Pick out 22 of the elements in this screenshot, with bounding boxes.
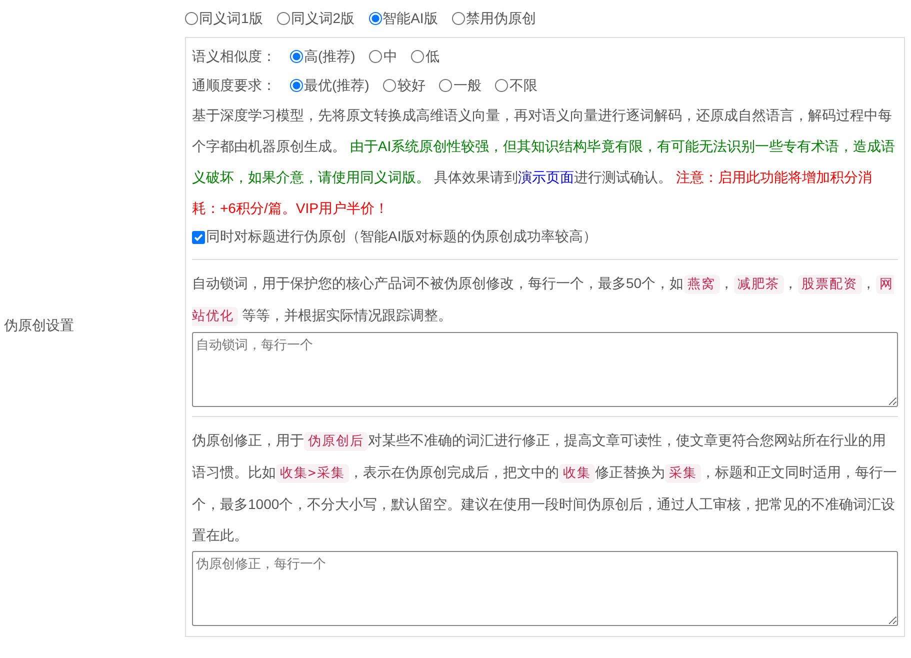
fluency-label: 通顺度要求：	[192, 76, 276, 94]
section-label: 伪原创设置	[4, 317, 74, 335]
lock-words-description: 自动锁词，用于保护您的核心产品词不被伪原创修改，每行一个，最多50个，如 燕窝 ， 减肥茶 ， 股票配资 ， 网站优化 等等，并根据实际情况跟踪调整。	[192, 274, 895, 328]
radio-option[interactable]: 高(推荐)	[290, 48, 356, 66]
radio-option[interactable]: 智能AI版	[368, 10, 438, 28]
checkmark-icon	[194, 232, 203, 242]
corrections-description: 伪原创修正，用于 伪原创后 对某些不准确的词汇进行修正，提高文章可读性，使文章更符合您网站所在行业的用语习惯。比如 收集>采集 ，表示在伪原创完成后，把文中的 收集 修正替换为 采集 ，标题和正文同时适用，每行一个，最多1000个，不分大小写，默认留空。建议在使用一段时间伪原创后，通过人工审核，把常见的不准确词汇设置在此。	[192, 431, 898, 545]
radio-option[interactable]: 一般	[439, 76, 482, 94]
radio-option[interactable]: 同义词2版	[276, 10, 355, 28]
title-checkbox[interactable]: 同时对标题进行伪原创（智能AI版对标题的伪原创成功率较高）	[192, 224, 598, 250]
radio-option[interactable]: 不限	[495, 76, 538, 94]
demo-page-link[interactable]: 演示页面	[518, 169, 574, 185]
radio-option[interactable]: 中	[369, 48, 398, 66]
corrections-field[interactable]: 伪原创修正，每行一个	[192, 551, 898, 626]
radio-option[interactable]: 最优(推荐)	[290, 76, 370, 94]
radio-option[interactable]: 同义词1版	[185, 10, 263, 28]
radio-option[interactable]: 禁用伪原创	[452, 10, 536, 28]
ai-description: 基于深度学习模型，先将原文转换成高维语义向量，再对语义向量进行逐词解码，还原成自然语言，解码过程中每个字都由机器原创生成。 由于AI系统原创性较强，但其知识结构毕竟有限，有可能无法识别一些专有术语，造成语义破坏，如果介意，请使用同义词版。 具体效果请到演示页面进行测试确认。 注意：启用此功能将增加积分消耗：+6积分/篇。VIP用户半价！	[192, 106, 896, 218]
radio-option[interactable]: 较好	[383, 76, 426, 94]
lock-words-field[interactable]: 自动锁词，每行一个	[192, 332, 898, 407]
similarity-label: 语义相似度：	[192, 48, 276, 66]
radio-option[interactable]: 低	[411, 48, 440, 66]
